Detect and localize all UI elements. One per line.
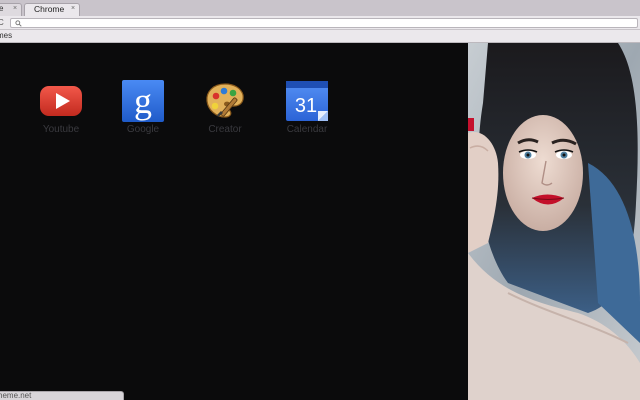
status-bubble: heme.net bbox=[0, 391, 124, 400]
status-url: heme.net bbox=[0, 391, 32, 400]
app-label: Youtube bbox=[42, 124, 80, 135]
new-tab-page: Youtube g Google Creator 31 Calendar bbox=[0, 43, 640, 400]
youtube-icon bbox=[40, 86, 82, 116]
app-youtube[interactable]: Youtube bbox=[30, 79, 92, 137]
tab-previous[interactable]: e × bbox=[0, 3, 22, 16]
app-label: Calendar bbox=[286, 124, 328, 135]
app-label: Creator bbox=[208, 124, 242, 135]
search-icon bbox=[15, 20, 22, 27]
bookmark-item[interactable]: mes bbox=[0, 31, 12, 40]
tab-close-icon[interactable]: × bbox=[13, 5, 17, 12]
app-creator[interactable]: Creator bbox=[194, 79, 256, 137]
calendar-icon: 31 bbox=[286, 81, 328, 121]
app-google[interactable]: g Google bbox=[112, 79, 174, 137]
palette-icon bbox=[206, 83, 244, 118]
svg-text:g: g bbox=[134, 81, 152, 121]
bookmarks-bar: mes bbox=[0, 30, 640, 43]
calendar-day: 31 bbox=[295, 95, 317, 117]
reload-button[interactable]: C bbox=[0, 18, 6, 28]
tab-close-icon[interactable]: × bbox=[71, 5, 75, 12]
google-icon: g bbox=[122, 80, 164, 122]
tab-strip: e × Chrome × bbox=[0, 0, 640, 16]
app-calendar[interactable]: 31 Calendar bbox=[276, 79, 338, 137]
tab-chrome[interactable]: Chrome × bbox=[24, 3, 80, 16]
apps-grid: Youtube g Google Creator 31 Calendar bbox=[30, 79, 360, 139]
address-bar[interactable] bbox=[10, 18, 638, 28]
toolbar: C bbox=[0, 16, 640, 30]
tab-label: Chrome bbox=[34, 4, 65, 14]
theme-portrait-image bbox=[468, 43, 640, 400]
tab-label: e bbox=[0, 4, 4, 13]
app-label: Google bbox=[126, 124, 160, 135]
